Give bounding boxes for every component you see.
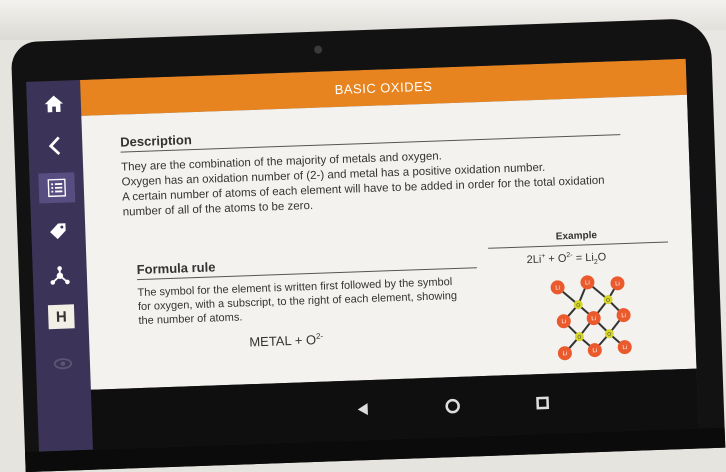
recents-square-icon: [532, 393, 553, 414]
tablet-device: H BASIC OXIDES Description They are the …: [11, 18, 726, 472]
formula-equation-main: METAL + O: [249, 332, 316, 349]
molecule-icon: [49, 264, 72, 287]
example-equation: 2Li+ + O2- = Li2O: [526, 251, 606, 269]
list-button[interactable]: [38, 172, 75, 203]
nav-home-button[interactable]: [441, 395, 464, 418]
h-element-icon: H: [56, 308, 67, 325]
example-oxygen: O: [597, 251, 606, 263]
atom-label-o: O: [607, 332, 611, 338]
description-text: They are the combination of the majority…: [121, 142, 643, 220]
example-divider: [488, 242, 668, 249]
back-triangle-icon: [352, 399, 373, 420]
tablet-screen: H BASIC OXIDES Description They are the …: [26, 59, 699, 452]
tag-button[interactable]: [40, 216, 77, 247]
formula-rule-text: The symbol for the element is written fi…: [137, 274, 478, 328]
atom-label-o: O: [606, 298, 610, 304]
atom-label-o: O: [576, 303, 580, 309]
content-panel: Description They are the combination of …: [81, 95, 696, 390]
description-heading: Description: [120, 132, 192, 149]
atom-label-li: Li: [585, 280, 590, 286]
crystal-lattice-image: Li Li Li Li Li Li Li Li Li O O O O: [542, 272, 665, 366]
atom-label-li: Li: [615, 281, 620, 287]
molecule-button[interactable]: [41, 260, 78, 291]
home-icon: [43, 92, 66, 115]
example-equals: = Li: [572, 252, 594, 265]
h-element-button[interactable]: H: [48, 304, 75, 329]
atom-label-li: Li: [561, 319, 566, 325]
back-button[interactable]: [37, 130, 74, 161]
atom-label-li: Li: [592, 348, 597, 354]
back-arrow-icon: [44, 134, 67, 157]
nav-back-button[interactable]: [351, 398, 374, 421]
atom-label-o: O: [577, 335, 581, 341]
example-coefficient: 2Li: [526, 254, 541, 267]
tag-icon: [47, 220, 70, 243]
formula-rule-heading: Formula rule: [136, 259, 215, 277]
faded-icon: [52, 352, 75, 375]
list-icon: [45, 176, 68, 199]
camera-lens: [314, 45, 322, 53]
atom-label-li: Li: [555, 285, 560, 291]
formula-equation-superscript: 2-: [316, 332, 323, 341]
example-heading: Example: [556, 230, 597, 242]
atom-label-li: Li: [591, 316, 596, 322]
atom-label-li: Li: [622, 345, 627, 351]
home-button[interactable]: [35, 88, 72, 119]
example-plus: + O: [545, 253, 566, 266]
home-circle-icon: [442, 396, 463, 417]
atom-label-li: Li: [621, 313, 626, 319]
page-title: BASIC OXIDES: [334, 78, 432, 96]
nav-recents-button[interactable]: [531, 392, 554, 415]
atom-label-li: Li: [562, 351, 567, 357]
faded-button[interactable]: [44, 348, 81, 379]
formula-equation: METAL + O2-: [249, 332, 323, 350]
